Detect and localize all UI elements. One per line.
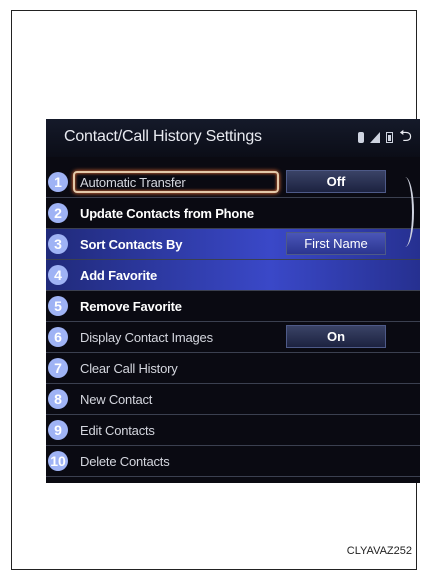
setting-value-button[interactable]: Off <box>286 170 386 193</box>
callout-number: 5 <box>48 296 68 316</box>
callout-number: 9 <box>48 420 68 440</box>
setting-value-button[interactable]: First Name <box>286 232 386 255</box>
setting-display-contact-images[interactable]: 6 Display Contact Images On <box>46 322 420 353</box>
callout-number: 2 <box>48 203 68 223</box>
header-bar: Contact/Call History Settings ⮌ <box>46 119 420 157</box>
setting-label: Display Contact Images <box>80 330 213 345</box>
setting-update-contacts[interactable]: 2 Update Contacts from Phone <box>46 198 420 229</box>
setting-remove-favorite[interactable]: 5 Remove Favorite <box>46 291 420 322</box>
settings-list: 1 Automatic Transfer Off 2 Update Contac… <box>46 167 420 477</box>
callout-number: 3 <box>48 234 68 254</box>
setting-label: Automatic Transfer <box>80 175 186 190</box>
setting-label: Sort Contacts By <box>80 237 183 252</box>
callout-number: 4 <box>48 265 68 285</box>
page-title: Contact/Call History Settings <box>64 128 262 145</box>
bluetooth-icon <box>358 131 365 143</box>
setting-label: New Contact <box>80 392 153 407</box>
callout-number: 6 <box>48 327 68 347</box>
setting-label: Clear Call History <box>80 361 178 376</box>
callout-number: 1 <box>48 172 68 192</box>
setting-label: Add Favorite <box>80 268 158 283</box>
setting-label: Delete Contacts <box>80 454 170 469</box>
setting-clear-call-history[interactable]: 7 Clear Call History <box>46 353 420 384</box>
setting-automatic-transfer[interactable]: 1 Automatic Transfer Off <box>46 167 420 198</box>
setting-delete-contacts[interactable]: 10 Delete Contacts <box>46 446 420 477</box>
setting-label: Edit Contacts <box>80 423 155 438</box>
setting-value-button[interactable]: On <box>286 325 386 348</box>
settings-screen: Contact/Call History Settings ⮌ 1 Automa… <box>46 119 420 483</box>
setting-label: Remove Favorite <box>80 299 182 314</box>
setting-sort-contacts[interactable]: 3 Sort Contacts By First Name <box>46 229 420 260</box>
setting-add-favorite[interactable]: 4 Add Favorite <box>46 260 420 291</box>
battery-icon <box>386 131 394 143</box>
setting-edit-contacts[interactable]: 9 Edit Contacts <box>46 415 420 446</box>
setting-label: Update Contacts from Phone <box>80 206 254 221</box>
back-icon[interactable]: ⮌ <box>399 129 412 145</box>
figure-code: CLYAVAZ252 <box>346 545 412 557</box>
callout-number: 7 <box>48 358 68 378</box>
callout-number: 10 <box>48 451 68 471</box>
setting-new-contact[interactable]: 8 New Contact <box>46 384 420 415</box>
scrollbar[interactable] <box>396 177 414 247</box>
page-frame: Contact/Call History Settings ⮌ 1 Automa… <box>11 10 420 570</box>
signal-icon <box>370 131 381 143</box>
status-icons: ⮌ <box>358 129 412 145</box>
callout-number: 8 <box>48 389 68 409</box>
